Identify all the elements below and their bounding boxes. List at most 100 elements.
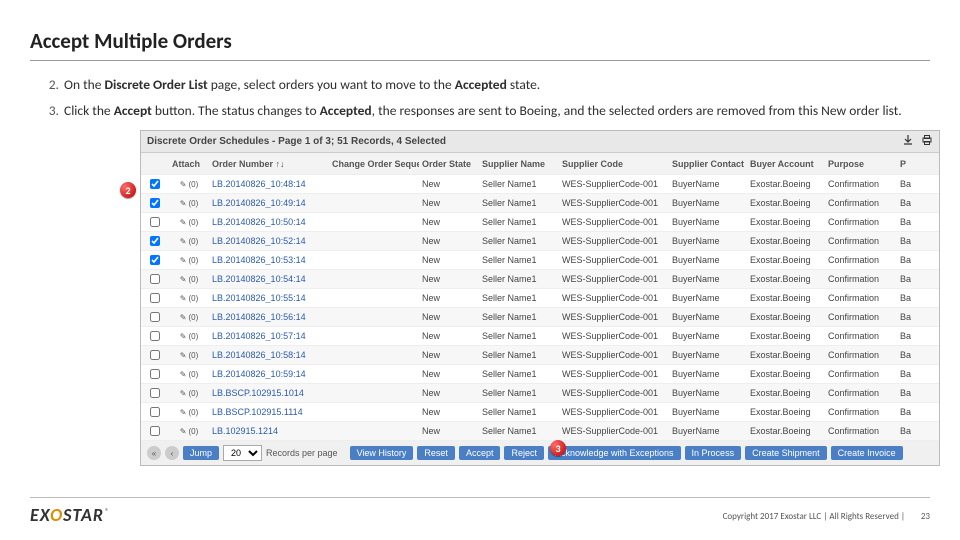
cell: Ba <box>897 331 959 341</box>
row-checkbox[interactable] <box>150 426 160 436</box>
cell: Confirmation <box>825 388 897 398</box>
screenshot-title: Discrete Order Schedules - Page 1 of 3; … <box>147 136 446 147</box>
nav-first-icon[interactable]: « <box>147 446 161 460</box>
create-shipment-button[interactable]: Create Shipment <box>745 446 827 460</box>
column-header[interactable]: Order State <box>419 159 479 169</box>
cell: Ba <box>897 312 959 322</box>
row-checkbox[interactable] <box>150 274 160 284</box>
cell: WES-SupplierCode-001 <box>559 274 669 284</box>
toolbar-icons <box>898 134 933 149</box>
order-link[interactable]: LB.BSCP.102915.1014 <box>209 388 329 398</box>
attach-cell[interactable]: ✎(0) <box>169 218 209 227</box>
column-header[interactable]: Purpose <box>825 159 897 169</box>
column-header[interactable]: Buyer Account <box>747 159 825 169</box>
paperclip-icon: ✎ <box>180 237 187 246</box>
cell: WES-SupplierCode-001 <box>559 426 669 436</box>
attach-cell[interactable]: ✎(0) <box>169 237 209 246</box>
attach-cell[interactable]: ✎(0) <box>169 408 209 417</box>
cell: Seller Name1 <box>479 179 559 189</box>
order-link[interactable]: LB.20140826_10:54:14 <box>209 274 329 284</box>
cell: BuyerName <box>669 179 747 189</box>
order-link[interactable]: LB.20140826_10:59:14 <box>209 369 329 379</box>
nav-prev-icon[interactable]: ‹ <box>165 446 179 460</box>
screenshot-titlebar: Discrete Order Schedules - Page 1 of 3; … <box>141 131 939 153</box>
column-header[interactable]: P <box>897 159 959 169</box>
cell: Exostar.Boeing <box>747 179 825 189</box>
cell: WES-SupplierCode-001 <box>559 407 669 417</box>
column-header[interactable]: Attach <box>169 159 209 169</box>
order-link[interactable]: LB.20140826_10:48:14 <box>209 179 329 189</box>
cell: Exostar.Boeing <box>747 369 825 379</box>
column-header[interactable]: Supplier Code <box>559 159 669 169</box>
column-header[interactable]: Supplier Contact <box>669 159 747 169</box>
paperclip-icon: ✎ <box>180 275 187 284</box>
attach-cell[interactable]: ✎(0) <box>169 389 209 398</box>
row-checkbox[interactable] <box>150 217 160 227</box>
order-link[interactable]: LB.20140826_10:57:14 <box>209 331 329 341</box>
attach-cell[interactable]: ✎(0) <box>169 275 209 284</box>
cell: New <box>419 369 479 379</box>
cell: BuyerName <box>669 331 747 341</box>
paperclip-icon: ✎ <box>180 370 187 379</box>
cell: Ba <box>897 350 959 360</box>
attach-cell[interactable]: ✎(0) <box>169 427 209 436</box>
table-row: ✎(0)LB.BSCP.102915.1014NewSeller Name1WE… <box>141 384 939 403</box>
order-link[interactable]: LB.20140826_10:52:14 <box>209 236 329 246</box>
order-link[interactable]: LB.20140826_10:58:14 <box>209 350 329 360</box>
row-checkbox[interactable] <box>150 369 160 379</box>
attach-cell[interactable]: ✎(0) <box>169 351 209 360</box>
cell: Exostar.Boeing <box>747 198 825 208</box>
order-link[interactable]: LB.20140826_10:49:14 <box>209 198 329 208</box>
table-header: AttachOrder Number ↑↓Change Order Sequen… <box>141 153 939 175</box>
per-page-select[interactable]: 20 <box>223 445 262 461</box>
attach-cell[interactable]: ✎(0) <box>169 180 209 189</box>
order-link[interactable]: LB.102915.1214 <box>209 426 329 436</box>
cell: WES-SupplierCode-001 <box>559 350 669 360</box>
acknowledge-with-exceptions-button[interactable]: Acknowledge with Exceptions <box>548 446 681 460</box>
cell: Exostar.Boeing <box>747 388 825 398</box>
order-link[interactable]: LB.20140826_10:56:14 <box>209 312 329 322</box>
jump-button[interactable]: Jump <box>183 446 219 460</box>
row-checkbox[interactable] <box>150 179 160 189</box>
row-checkbox[interactable] <box>150 407 160 417</box>
order-link[interactable]: LB.20140826_10:53:14 <box>209 255 329 265</box>
row-checkbox[interactable] <box>150 350 160 360</box>
row-checkbox[interactable] <box>150 255 160 265</box>
view-history-button[interactable]: View History <box>350 446 414 460</box>
reject-button[interactable]: Reject <box>504 446 544 460</box>
cell: WES-SupplierCode-001 <box>559 255 669 265</box>
attach-cell[interactable]: ✎(0) <box>169 370 209 379</box>
attach-cell[interactable]: ✎(0) <box>169 294 209 303</box>
column-header[interactable]: Order Number ↑↓ <box>209 159 329 169</box>
row-checkbox[interactable] <box>150 331 160 341</box>
cell: Exostar.Boeing <box>747 255 825 265</box>
cell: Exostar.Boeing <box>747 350 825 360</box>
row-checkbox[interactable] <box>150 312 160 322</box>
column-header[interactable]: Supplier Name <box>479 159 559 169</box>
paperclip-icon: ✎ <box>180 256 187 265</box>
row-checkbox[interactable] <box>150 388 160 398</box>
attach-cell[interactable]: ✎(0) <box>169 199 209 208</box>
column-header[interactable]: Change Order Sequence <box>329 159 419 169</box>
instruction-item: On the Discrete Order List page, select … <box>62 75 930 95</box>
cell: BuyerName <box>669 255 747 265</box>
download-icon[interactable] <box>902 134 914 146</box>
attach-cell[interactable]: ✎(0) <box>169 256 209 265</box>
attach-cell[interactable]: ✎(0) <box>169 313 209 322</box>
row-checkbox[interactable] <box>150 293 160 303</box>
reset-button[interactable]: Reset <box>417 446 455 460</box>
attach-cell[interactable]: ✎(0) <box>169 332 209 341</box>
accept-button[interactable]: Accept <box>459 446 501 460</box>
create-invoice-button[interactable]: Create Invoice <box>831 446 903 460</box>
order-link[interactable]: LB.20140826_10:55:14 <box>209 293 329 303</box>
instruction-list: On the Discrete Order List page, select … <box>62 75 930 120</box>
row-checkbox[interactable] <box>150 198 160 208</box>
cell: Seller Name1 <box>479 407 559 417</box>
row-checkbox[interactable] <box>150 236 160 246</box>
order-link[interactable]: LB.BSCP.102915.1114 <box>209 407 329 417</box>
order-link[interactable]: LB.20140826_10:50:14 <box>209 217 329 227</box>
cell: Seller Name1 <box>479 350 559 360</box>
in-process-button[interactable]: In Process <box>685 446 742 460</box>
cell: Ba <box>897 255 959 265</box>
print-icon[interactable] <box>921 134 933 146</box>
